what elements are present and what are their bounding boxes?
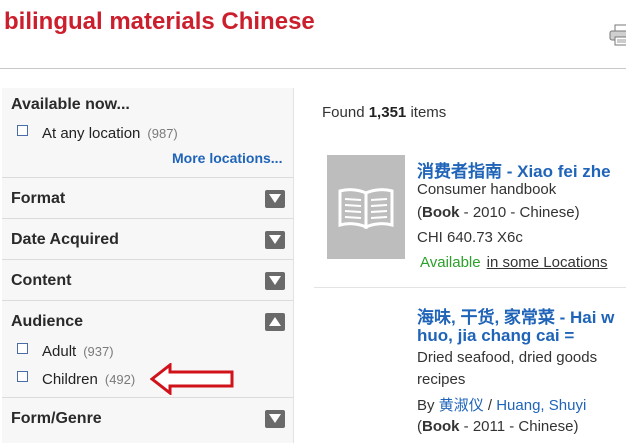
results-count: Found 1,351 items [322, 104, 446, 121]
book-cover-placeholder-icon[interactable] [327, 155, 405, 259]
result-2-by: By [417, 397, 435, 414]
facet-option-adult[interactable]: Adult (937) [17, 342, 114, 360]
facet-content-title: Content [11, 272, 72, 289]
result-2-subtitle-line2: recipes [417, 371, 466, 388]
facet-date-acquired-title: Date Acquired [11, 231, 119, 248]
facet-form-genre-toggle[interactable] [265, 410, 285, 428]
result-2-subtitle-line1: Dried seafood, dried goods [417, 349, 598, 366]
result-1-available: Available [420, 254, 481, 271]
triangle-down-icon [269, 276, 281, 285]
children-label: Children [42, 370, 98, 388]
result-2-meta: - 2011 - Chinese) [459, 418, 579, 435]
result-2-format: Book [422, 418, 460, 435]
more-locations-link[interactable]: More locations... [172, 150, 282, 166]
facet-audience-toggle[interactable] [265, 313, 285, 331]
facet-format-toggle[interactable] [265, 190, 285, 208]
result-2-author-separator: / [483, 397, 497, 414]
facet-availability-title: Available now... [11, 96, 130, 113]
facet-format[interactable]: Format [2, 177, 293, 218]
adult-label: Adult [42, 342, 77, 360]
result-2-author-line: By 黄淑仪 / Huang, Shuyi [417, 394, 586, 415]
triangle-up-icon [269, 317, 281, 326]
facet-sidebar: Available now... At any location (987) M… [2, 88, 293, 443]
result-2-title-line1[interactable]: 海味, 干货, 家常菜 - Hai w [417, 303, 614, 328]
facet-content-toggle[interactable] [265, 272, 285, 290]
sidebar-divider [293, 88, 294, 443]
facet-date-acquired[interactable]: Date Acquired [2, 218, 293, 259]
result-1-subtitle: Consumer handbook [417, 181, 557, 198]
adult-count: (937) [83, 343, 114, 359]
facet-date-acquired-toggle[interactable] [265, 231, 285, 249]
result-separator [314, 287, 626, 288]
found-prefix: Found [322, 104, 365, 121]
triangle-down-icon [269, 414, 281, 423]
result-1-call-number: CHI 640.73 X6c [417, 229, 523, 246]
result-1-locations-link[interactable]: in some Locations [487, 254, 608, 271]
any-location-checkbox[interactable] [17, 124, 28, 136]
result-1-availability-line: Available in some Locations [420, 254, 608, 271]
children-checkbox[interactable] [17, 370, 28, 382]
result-2-author-english[interactable]: Huang, Shuyi [496, 397, 586, 414]
result-1-title[interactable]: 消费者指南 - Xiao fei zhe [417, 157, 611, 182]
facet-option-any-location[interactable]: At any location (987) [17, 124, 178, 142]
children-count: (492) [104, 371, 136, 387]
title-divider [0, 68, 626, 69]
facet-audience: Audience Adult (937) Children (492) [2, 300, 293, 397]
page-title: bilingual materials Chinese [4, 8, 315, 35]
adult-checkbox[interactable] [17, 342, 28, 354]
result-2-title-line2[interactable]: huo, jia chang cai = [417, 326, 574, 346]
red-arrow-icon [150, 363, 234, 395]
result-1-format-line: (Book - 2010 - Chinese) [417, 204, 580, 221]
facet-availability: Available now... At any location (987) M… [2, 88, 293, 177]
facet-audience-title[interactable]: Audience [11, 313, 83, 331]
printer-icon[interactable] [609, 24, 626, 46]
facet-format-title: Format [11, 190, 66, 207]
result-1-format: Book [422, 204, 460, 221]
found-number: 1,351 [368, 104, 407, 121]
result-2-author-chinese[interactable]: 黄淑仪 [439, 397, 484, 414]
result-1-meta: - 2010 - Chinese) [459, 204, 580, 221]
any-location-label: At any location [42, 124, 141, 142]
facet-content[interactable]: Content [2, 259, 293, 300]
facet-form-genre-title: Form/Genre [11, 410, 102, 427]
found-suffix: items [410, 104, 447, 121]
triangle-down-icon [269, 235, 281, 244]
result-2-format-line: (Book - 2011 - Chinese) [417, 418, 578, 435]
any-location-count: (987) [147, 125, 178, 141]
facet-option-children[interactable]: Children (492) [17, 370, 135, 388]
facet-form-genre[interactable]: Form/Genre [2, 397, 293, 443]
triangle-down-icon [269, 194, 281, 203]
